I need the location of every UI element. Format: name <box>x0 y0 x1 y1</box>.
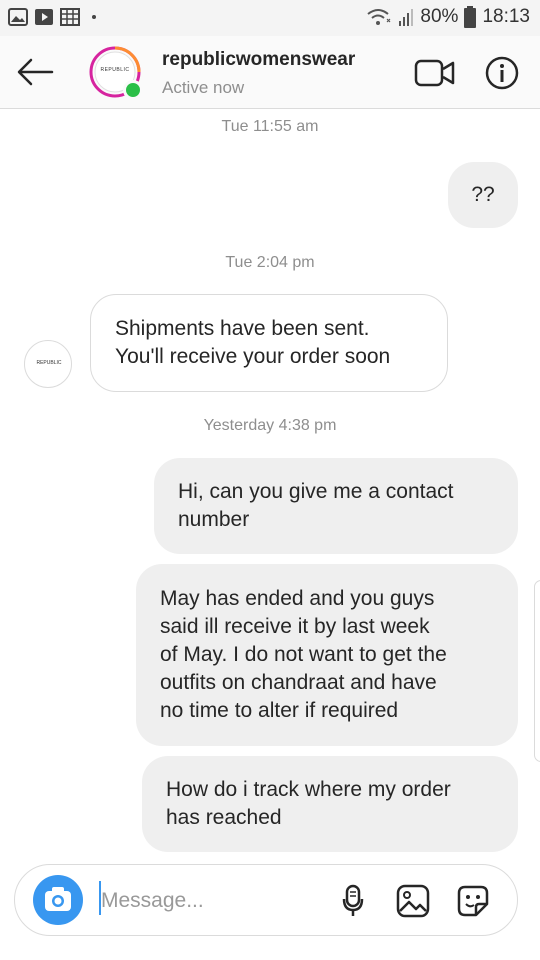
message-line: of May. I do not want to get the <box>160 643 447 666</box>
message-line: said ill receive it by last week <box>160 615 430 638</box>
sticker-icon[interactable] <box>455 883 491 919</box>
video-notification-icon <box>35 9 53 25</box>
message-line: You'll receive your order soon <box>115 345 391 368</box>
timestamp: Tue 11:55 am <box>221 118 319 135</box>
clock: 18:13 <box>482 6 530 27</box>
outgoing-message[interactable]: How do i track where my order has reache… <box>142 756 518 852</box>
sender-avatar-logo: REPUBLIC <box>36 360 62 366</box>
message-line: May has ended and you guys <box>160 587 435 610</box>
notification-icons <box>8 8 96 26</box>
outgoing-message[interactable]: Hi, can you give me a contact number <box>154 458 518 554</box>
image-notification-icon <box>8 8 28 26</box>
back-arrow-icon[interactable] <box>16 56 54 88</box>
message-input[interactable] <box>101 883 321 919</box>
sender-avatar[interactable]: REPUBLIC <box>24 340 72 388</box>
wifi-icon <box>367 9 391 25</box>
incoming-message[interactable]: Shipments have been sent. You'll receive… <box>90 294 448 392</box>
timestamp: Yesterday 4:38 pm <box>203 417 337 434</box>
offscreen-card-edge <box>534 580 540 762</box>
message-line: number <box>178 508 250 531</box>
more-notifications-dot <box>92 15 96 19</box>
message-line: Shipments have been sent. <box>115 317 370 340</box>
message-line: no time to alter if required <box>160 699 399 722</box>
gallery-icon[interactable] <box>395 883 431 919</box>
contact-status: Active now <box>162 78 245 97</box>
microphone-icon[interactable] <box>335 883 371 919</box>
battery-icon <box>464 6 477 28</box>
timestamp: Tue 2:04 pm <box>225 254 315 271</box>
chat-header: REPUBLIC republicwomenswear Active now <box>0 36 540 109</box>
message-line: How do i track where my order <box>166 778 451 801</box>
outgoing-message[interactable]: ?? <box>448 162 518 228</box>
video-call-icon[interactable] <box>414 58 456 88</box>
avatar-logo: REPUBLIC <box>100 67 130 73</box>
message-line: outfits on chandraat and have <box>160 671 437 694</box>
message-composer <box>14 864 518 936</box>
message-line: Hi, can you give me a contact <box>178 480 454 503</box>
message-text: ?? <box>471 183 495 206</box>
camera-icon <box>45 887 71 911</box>
info-icon[interactable] <box>484 55 520 91</box>
message-line: has reached <box>166 806 282 829</box>
camera-button[interactable] <box>33 875 83 925</box>
status-bar: 80% 18:13 <box>0 0 540 36</box>
avatar[interactable]: REPUBLIC <box>89 46 143 100</box>
signal-icon <box>399 9 414 26</box>
online-indicator <box>123 80 143 100</box>
battery-percent: 80% <box>420 6 459 27</box>
contact-username[interactable]: republicwomenswear <box>162 49 355 71</box>
system-status: 80% 18:13 <box>366 6 530 28</box>
outgoing-message[interactable]: May has ended and you guys said ill rece… <box>136 564 518 746</box>
calendar-notification-icon <box>60 8 80 26</box>
